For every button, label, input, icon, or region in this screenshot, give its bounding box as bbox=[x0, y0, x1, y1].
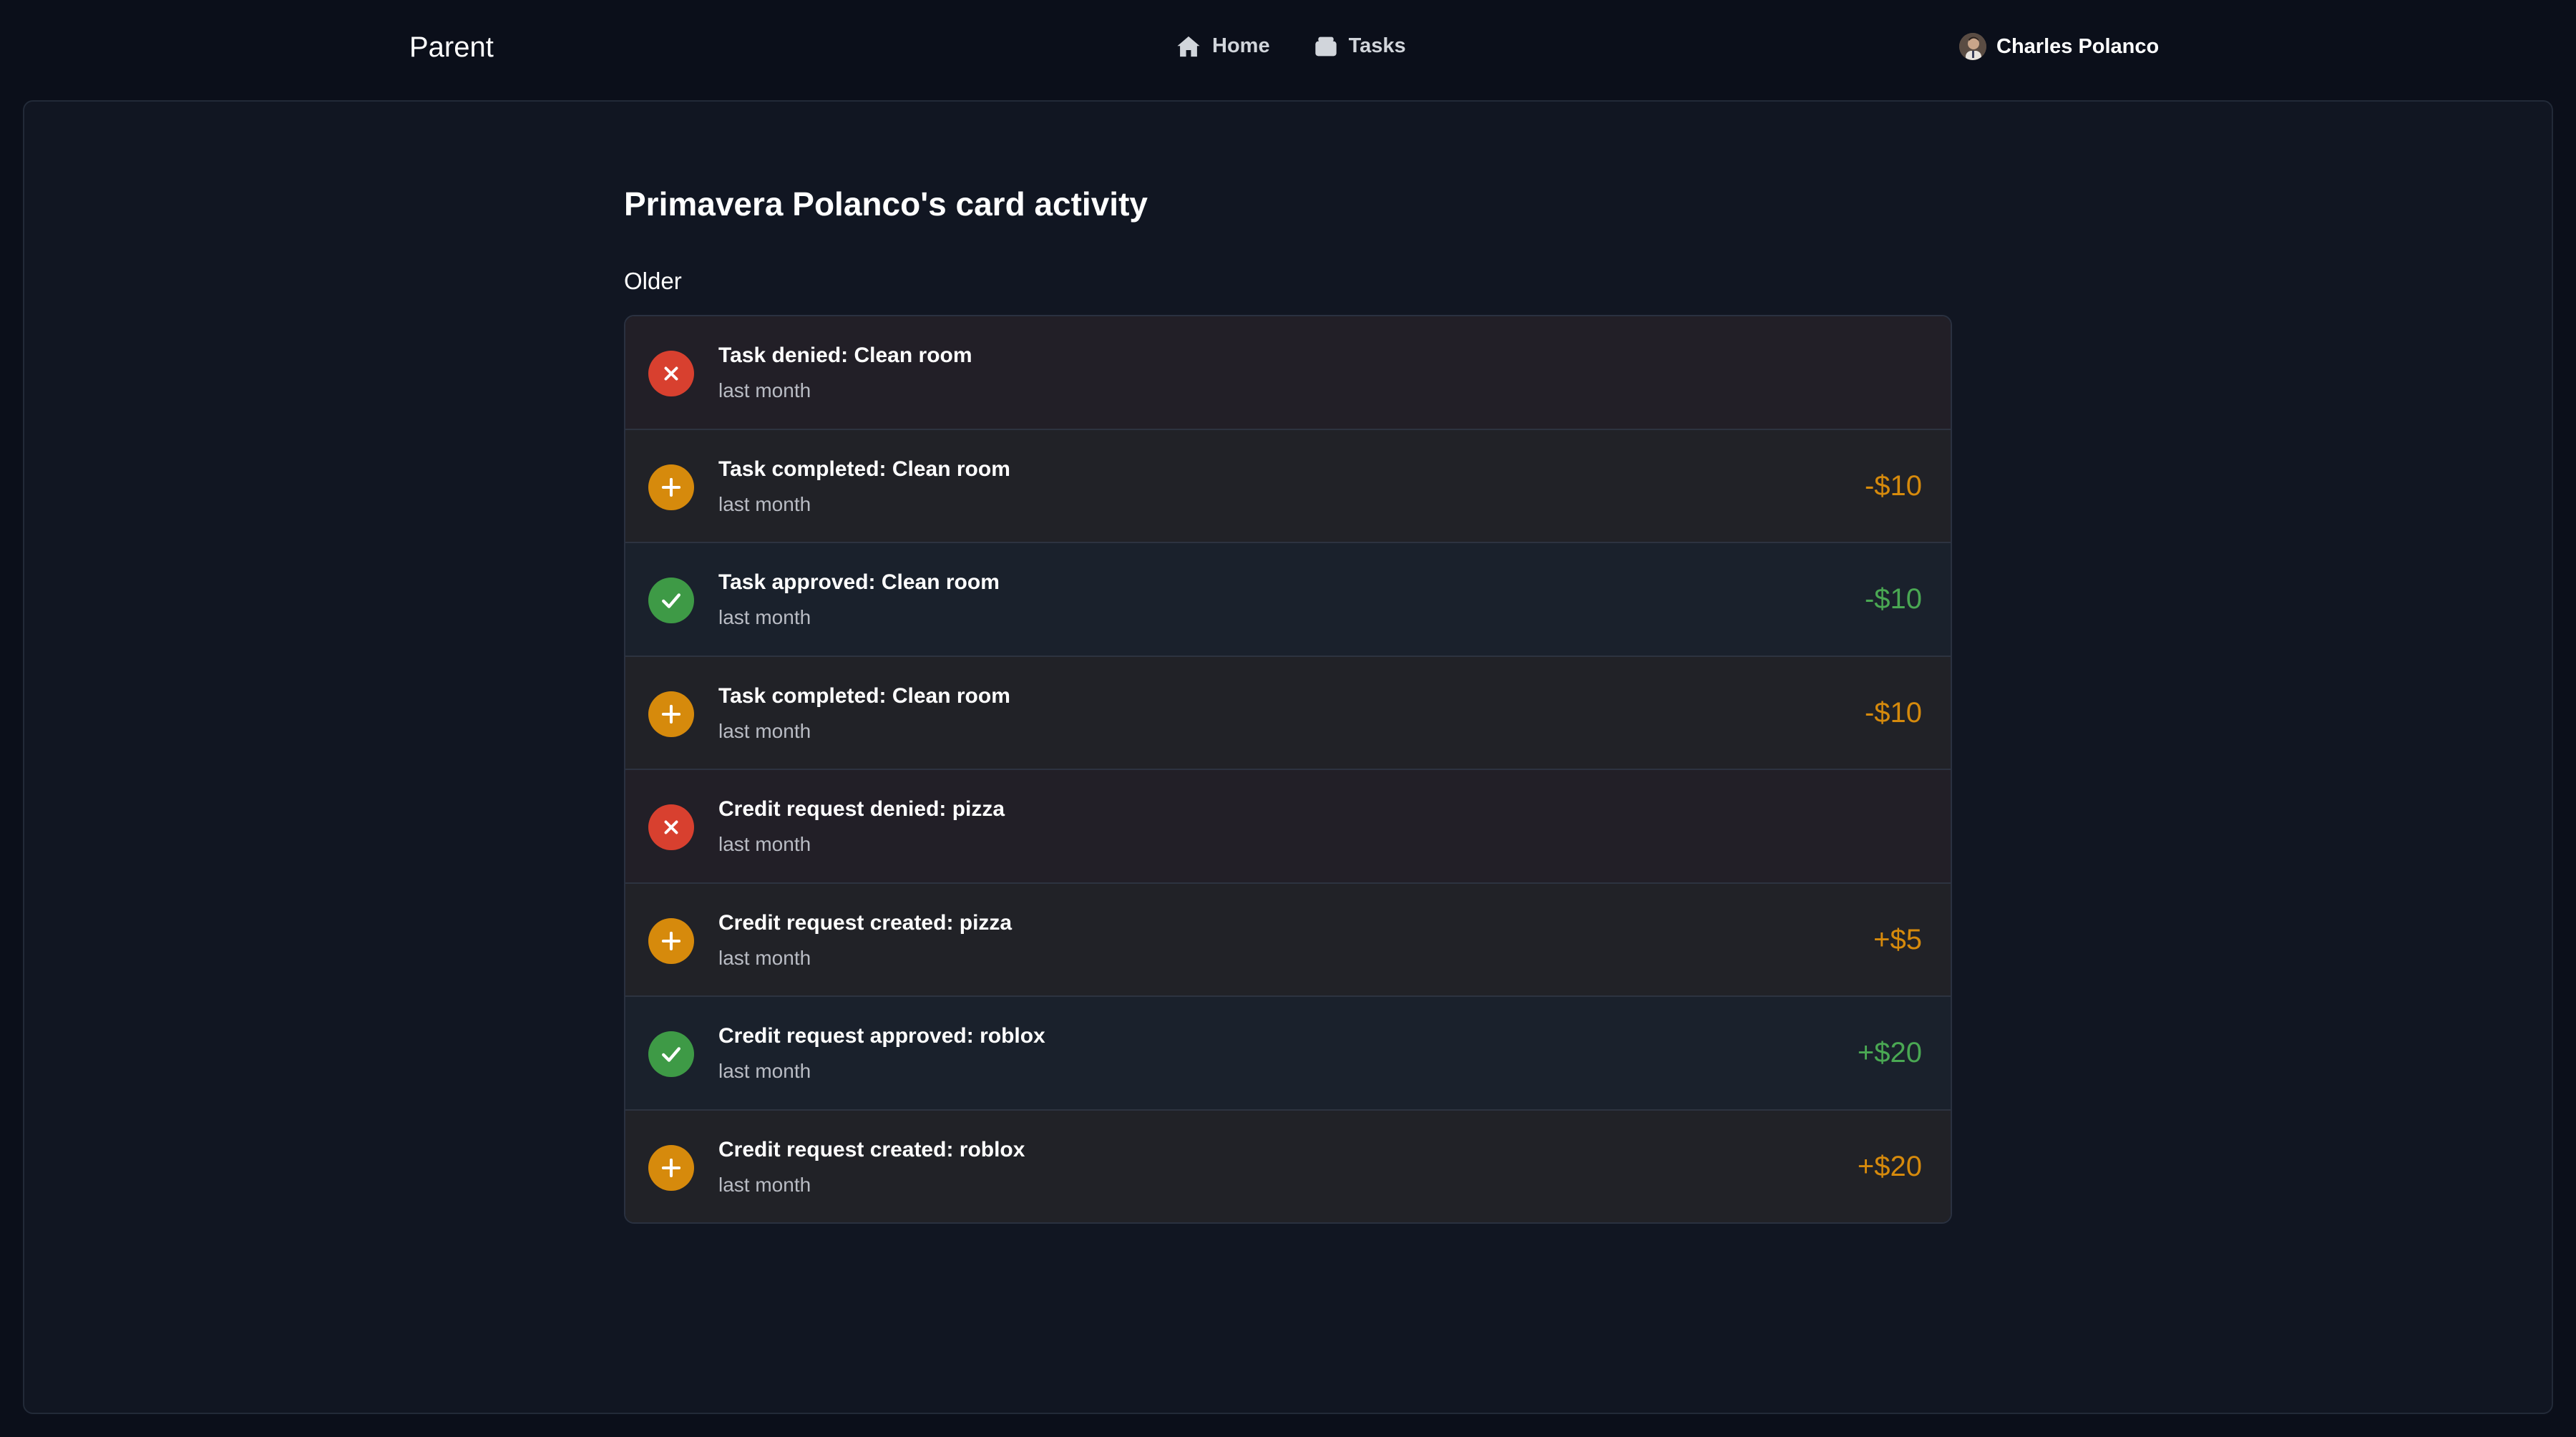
approved-check-icon bbox=[648, 578, 694, 623]
activity-time: last month bbox=[718, 606, 811, 628]
brand-title[interactable]: Parent bbox=[409, 31, 494, 64]
activity-row: Task approved: Clean room last month -$1… bbox=[625, 543, 1951, 657]
pending-plus-icon bbox=[648, 464, 694, 510]
section-label-older: Older bbox=[624, 268, 682, 294]
activity-amount: -$10 bbox=[1864, 696, 1922, 729]
activity-row: Credit request created: pizza last month… bbox=[625, 883, 1951, 997]
main-nav: Home Tasks bbox=[1176, 34, 1406, 58]
pending-plus-icon bbox=[648, 1144, 694, 1191]
activity-title: Task completed: Clean room bbox=[718, 457, 1010, 481]
activity-title: Credit request created: pizza bbox=[718, 910, 1013, 935]
activity-row: Task denied: Clean room last month bbox=[625, 316, 1951, 430]
activity-time: last month bbox=[718, 946, 811, 969]
activity-title: Task denied: Clean room bbox=[718, 344, 972, 367]
activity-row: Credit request approved: roblox last mon… bbox=[625, 997, 1951, 1111]
user-menu[interactable]: Charles Polanco bbox=[1959, 33, 2159, 60]
user-name: Charles Polanco bbox=[1996, 34, 2160, 58]
activity-time: last month bbox=[718, 833, 811, 855]
activity-title: Credit request approved: roblox bbox=[718, 1024, 1045, 1048]
home-icon bbox=[1176, 35, 1201, 58]
tasks-icon bbox=[1314, 36, 1337, 57]
denied-x-icon bbox=[648, 351, 694, 396]
activity-time: last month bbox=[718, 719, 811, 742]
denied-x-icon bbox=[648, 804, 694, 850]
activity-list: Task denied: Clean room last month Task … bbox=[624, 315, 1952, 1224]
activity-time: last month bbox=[718, 1173, 811, 1196]
page-title: Primavera Polanco's card activity bbox=[624, 185, 1148, 223]
activity-title: Credit request created: roblox bbox=[718, 1137, 1025, 1161]
activity-title: Task completed: Clean room bbox=[718, 683, 1010, 708]
activity-title: Task approved: Clean room bbox=[718, 570, 1000, 594]
activity-amount: -$10 bbox=[1864, 469, 1922, 502]
activity-time: last month bbox=[718, 379, 811, 401]
activity-amount: +$20 bbox=[1857, 1150, 1922, 1182]
activity-amount: -$10 bbox=[1864, 583, 1922, 615]
activity-title: Credit request denied: pizza bbox=[718, 797, 1005, 821]
pending-plus-icon bbox=[648, 917, 694, 964]
nav-item-tasks-label: Tasks bbox=[1348, 34, 1406, 57]
activity-time: last month bbox=[718, 492, 811, 515]
avatar bbox=[1959, 33, 1986, 60]
activity-amount: +$5 bbox=[1873, 923, 1922, 955]
nav-item-home[interactable]: Home bbox=[1176, 34, 1270, 58]
nav-item-tasks[interactable]: Tasks bbox=[1314, 34, 1406, 58]
activity-row: Task completed: Clean room last month -$… bbox=[625, 656, 1951, 770]
activity-row: Credit request created: roblox last mont… bbox=[625, 1110, 1951, 1222]
approved-check-icon bbox=[648, 1031, 694, 1077]
activity-row: Credit request denied: pizza last month bbox=[625, 770, 1951, 884]
activity-time: last month bbox=[718, 1060, 811, 1082]
pending-plus-icon bbox=[648, 691, 694, 737]
activity-amount: +$20 bbox=[1857, 1037, 1922, 1068]
nav-item-home-label: Home bbox=[1212, 34, 1270, 57]
activity-row: Task completed: Clean room last month -$… bbox=[625, 429, 1951, 543]
top-navigation-bar: Parent Home Tasks Charles Polanco bbox=[0, 0, 2576, 100]
